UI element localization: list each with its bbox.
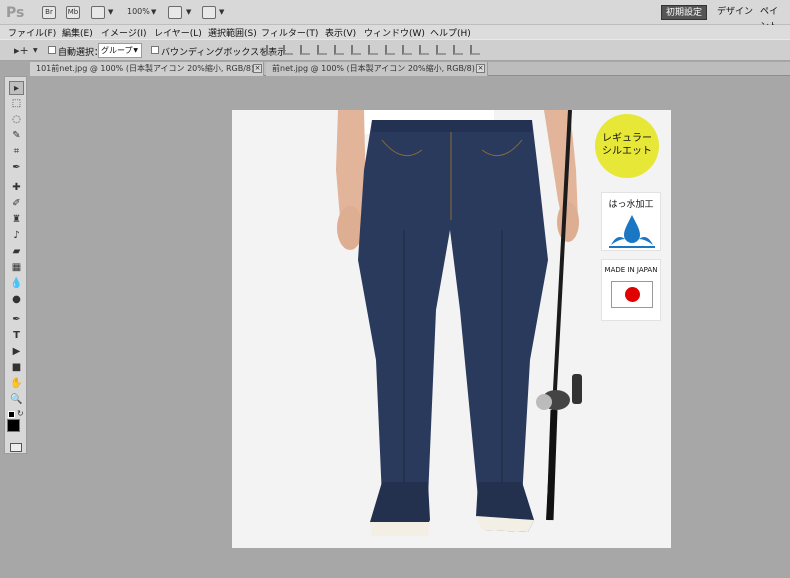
tab-document-2-label: 前net.jpg @ 100% (日本製アイコン 20%縮小, RGB/8) * [272, 64, 482, 73]
water-repellent-card: はっ水加工 [601, 192, 661, 251]
crop-tool-icon[interactable]: ⌗ [9, 145, 24, 159]
hand-tool-icon[interactable]: ✋ [9, 377, 24, 391]
regular-silhouette-badge: レギュラー シルエット [595, 114, 659, 178]
history-brush-tool-icon[interactable]: ♪ [9, 229, 24, 243]
bridge-icon[interactable]: Br [42, 6, 56, 19]
auto-select-label: 自動選択： [58, 48, 104, 58]
healing-brush-tool-icon[interactable]: ✚ [9, 181, 24, 195]
path-select-tool-icon[interactable]: ▶ [9, 345, 24, 359]
blur-tool-icon[interactable]: 💧 [9, 277, 24, 291]
screen-mode-icon[interactable] [202, 6, 216, 19]
badge-line-2: シルエット [602, 146, 652, 157]
distribute-top-icon[interactable] [368, 45, 378, 55]
mini-bridge-icon[interactable]: Mb [66, 6, 80, 19]
menu-view[interactable]: 表示(V) [325, 26, 356, 39]
tools-panel: ▸ ⬚ ◌ ✎ ⌗ ✒ ✚ ✐ ♜ ♪ ▰ ▦ 💧 ● ✒ T ▶ ■ ✋ 🔍 … [4, 76, 27, 454]
chevron-down-icon[interactable]: ▼ [108, 8, 113, 16]
eyedropper-tool-icon[interactable]: ✒ [9, 161, 24, 175]
menu-select[interactable]: 選択範囲(S) [208, 26, 257, 39]
align-bottom-icon[interactable] [300, 45, 310, 55]
jeans-photo [232, 110, 671, 548]
align-top-icon[interactable] [266, 45, 276, 55]
document-tabs: 101前net.jpg @ 100% (日本製アイコン 20%縮小, RGB/8… [30, 62, 790, 76]
badge-line-1: レギュラー [602, 133, 652, 144]
distribute-bottom-icon[interactable] [402, 45, 412, 55]
menu-filter[interactable]: フィルター(T) [261, 26, 318, 39]
align-left-icon[interactable] [317, 45, 327, 55]
align-hcenter-icon[interactable] [334, 45, 344, 55]
options-bar: ▸+ ▼ 自動選択： グループ ▼ バウンディングボックスを表示 [0, 39, 790, 61]
arrange-documents-icon[interactable] [168, 6, 182, 19]
tab-document-2[interactable]: 前net.jpg @ 100% (日本製アイコン 20%縮小, RGB/8) * [266, 62, 488, 76]
water-repellent-label: はっ水加工 [608, 200, 654, 210]
dodge-tool-icon[interactable]: ● [9, 293, 24, 307]
auto-select-value: グループ [101, 46, 133, 55]
chevron-down-icon[interactable]: ▼ [186, 8, 191, 16]
type-tool-icon[interactable]: T [9, 329, 24, 343]
menu-help[interactable]: ヘルプ(H) [430, 26, 471, 39]
brush-tool-icon[interactable]: ✐ [9, 197, 24, 211]
stamp-tool-icon[interactable]: ♜ [9, 213, 24, 227]
chevron-down-icon: ▼ [133, 47, 138, 54]
default-colors-icon[interactable] [8, 411, 15, 418]
quick-mask-icon[interactable] [10, 443, 22, 452]
menu-file[interactable]: ファイル(F) [8, 26, 56, 39]
auto-align-icon[interactable] [470, 45, 480, 55]
menu-image[interactable]: イメージ(I) [101, 26, 147, 39]
chevron-down-icon[interactable]: ▼ [151, 8, 156, 16]
made-in-japan-label: MADE IN JAPAN [604, 266, 658, 274]
workspace-essentials[interactable]: 初期設定 [661, 5, 708, 20]
swap-colors-icon[interactable]: ↻ [17, 409, 24, 418]
photoshop-logo: Ps [6, 5, 25, 21]
bbox-checkbox[interactable] [151, 46, 159, 54]
chevron-down-icon[interactable]: ▼ [219, 8, 224, 16]
workspace-paint[interactable]: ペイント [756, 5, 790, 32]
menu-bar: ファイル(F) 編集(E) イメージ(I) レイヤー(L) 選択範囲(S) フィ… [0, 25, 790, 39]
move-tool-icon[interactable]: ▸ [9, 81, 24, 95]
lasso-tool-icon[interactable]: ◌ [9, 113, 24, 127]
distribute-vcenter-icon[interactable] [385, 45, 395, 55]
tab-document-1[interactable]: 101前net.jpg @ 100% (日本製アイコン 20%縮小, RGB/8… [30, 62, 264, 76]
chevron-down-icon[interactable]: ▼ [33, 47, 38, 54]
water-drop-icon [609, 215, 655, 248]
document-image[interactable] [232, 110, 671, 548]
eraser-tool-icon[interactable]: ▰ [9, 245, 24, 259]
japan-flag-icon [611, 281, 653, 308]
close-icon[interactable]: × [476, 64, 485, 73]
application-bar: Ps Br Mb ▼ 100% ▼ ▼ ▼ 初期設定 デザイン ペイント [0, 0, 790, 32]
zoom-level[interactable]: 100% [127, 7, 150, 16]
quick-select-tool-icon[interactable]: ✎ [9, 129, 24, 143]
menu-window[interactable]: ウィンドウ(W) [364, 26, 425, 39]
menu-edit[interactable]: 編集(E) [62, 26, 93, 39]
pen-tool-icon[interactable]: ✒ [9, 313, 24, 327]
close-icon[interactable]: × [253, 64, 262, 73]
made-in-japan-card: MADE IN JAPAN [601, 259, 661, 321]
shape-tool-icon[interactable]: ■ [9, 361, 24, 375]
move-tool-preset-icon[interactable]: ▸+ [14, 44, 29, 57]
distribute-right-icon[interactable] [453, 45, 463, 55]
align-vcenter-icon[interactable] [283, 45, 293, 55]
gradient-tool-icon[interactable]: ▦ [9, 261, 24, 275]
distribute-hcenter-icon[interactable] [436, 45, 446, 55]
workspace-design[interactable]: デザイン [713, 5, 757, 20]
menu-layer[interactable]: レイヤー(L) [154, 26, 202, 39]
zoom-tool-icon[interactable]: 🔍 [9, 393, 24, 407]
marquee-tool-icon[interactable]: ⬚ [9, 97, 24, 111]
align-right-icon[interactable] [351, 45, 361, 55]
auto-select-dropdown[interactable]: グループ ▼ [98, 43, 142, 58]
view-extras-icon[interactable] [91, 6, 105, 19]
tab-document-1-label: 101前net.jpg @ 100% (日本製アイコン 20%縮小, RGB/8… [36, 64, 261, 73]
distribute-left-icon[interactable] [419, 45, 429, 55]
auto-select-checkbox[interactable] [48, 46, 56, 54]
foreground-color-swatch[interactable] [7, 419, 20, 432]
